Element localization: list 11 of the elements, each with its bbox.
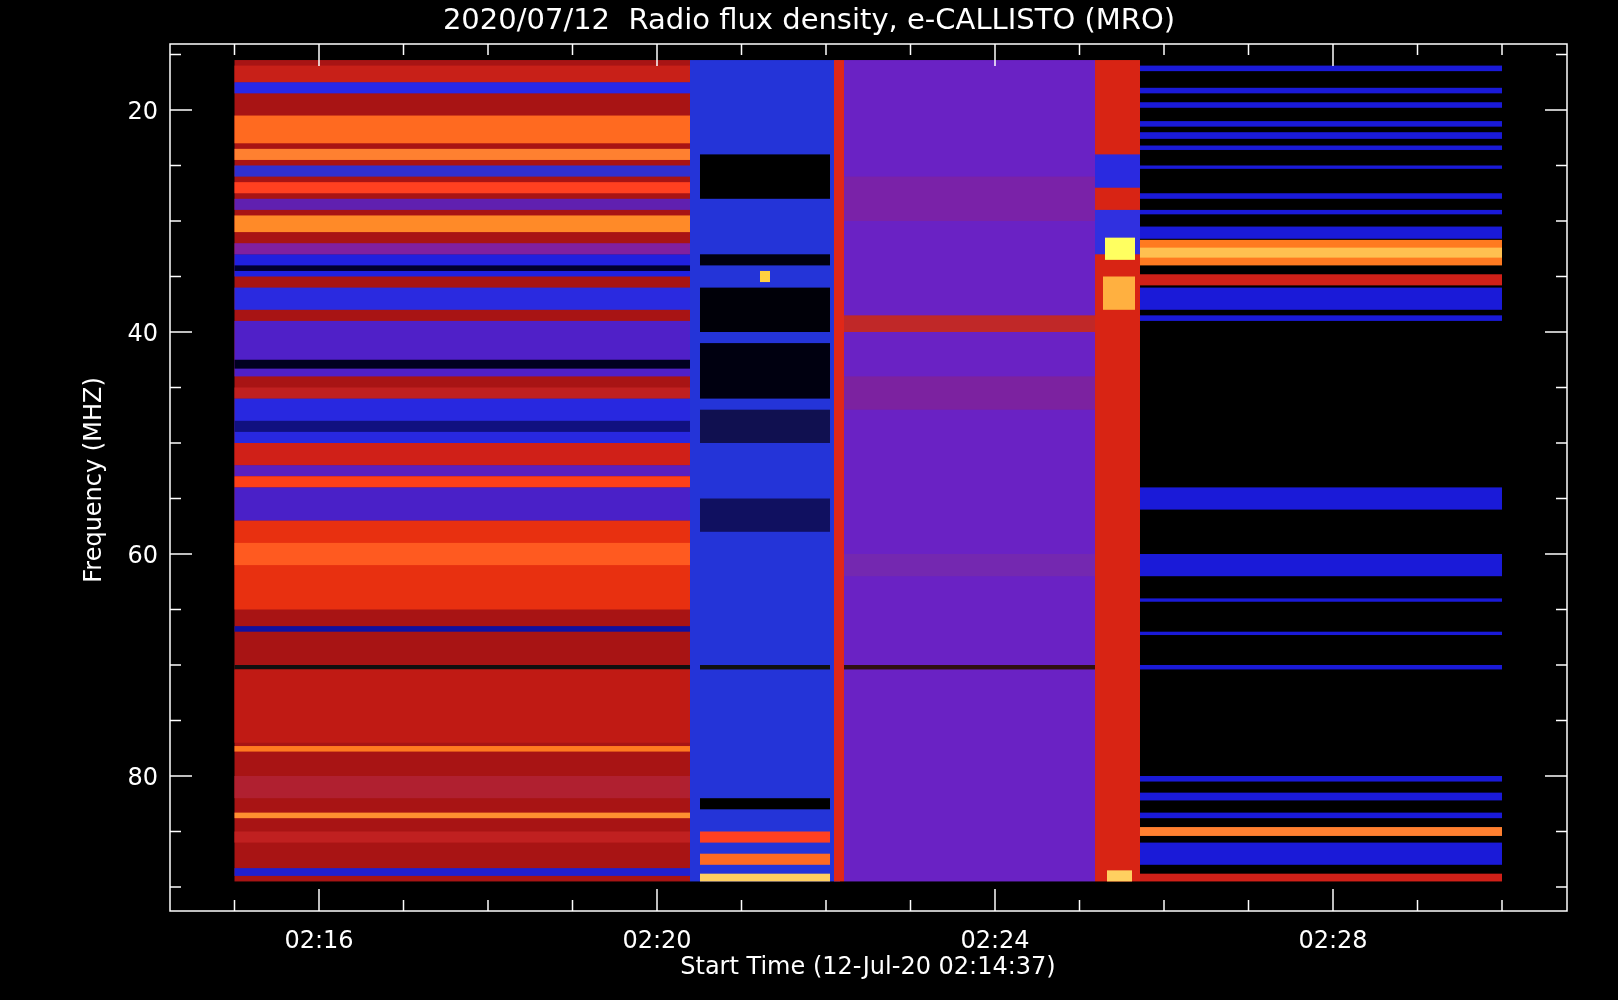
x-tick-label: 02:24 — [960, 926, 1030, 954]
y-tick-label: 80 — [127, 763, 158, 791]
x-tick-label: 02:20 — [622, 926, 692, 954]
y-tick-label: 60 — [127, 541, 158, 569]
y-axis-label: Frequency (MHZ) — [79, 377, 107, 583]
y-tick-label: 40 — [127, 319, 158, 347]
x-axis-label: Start Time (12-Jul-20 02:14:37) — [680, 952, 1056, 980]
plot-title: 2020/07/12 Radio flux density, e-CALLISTO (MRO) — [442, 2, 1176, 36]
y-tick-label: 20 — [127, 97, 158, 125]
x-tick-label: 02:28 — [1298, 926, 1368, 954]
x-tick-label: 02:16 — [284, 926, 354, 954]
